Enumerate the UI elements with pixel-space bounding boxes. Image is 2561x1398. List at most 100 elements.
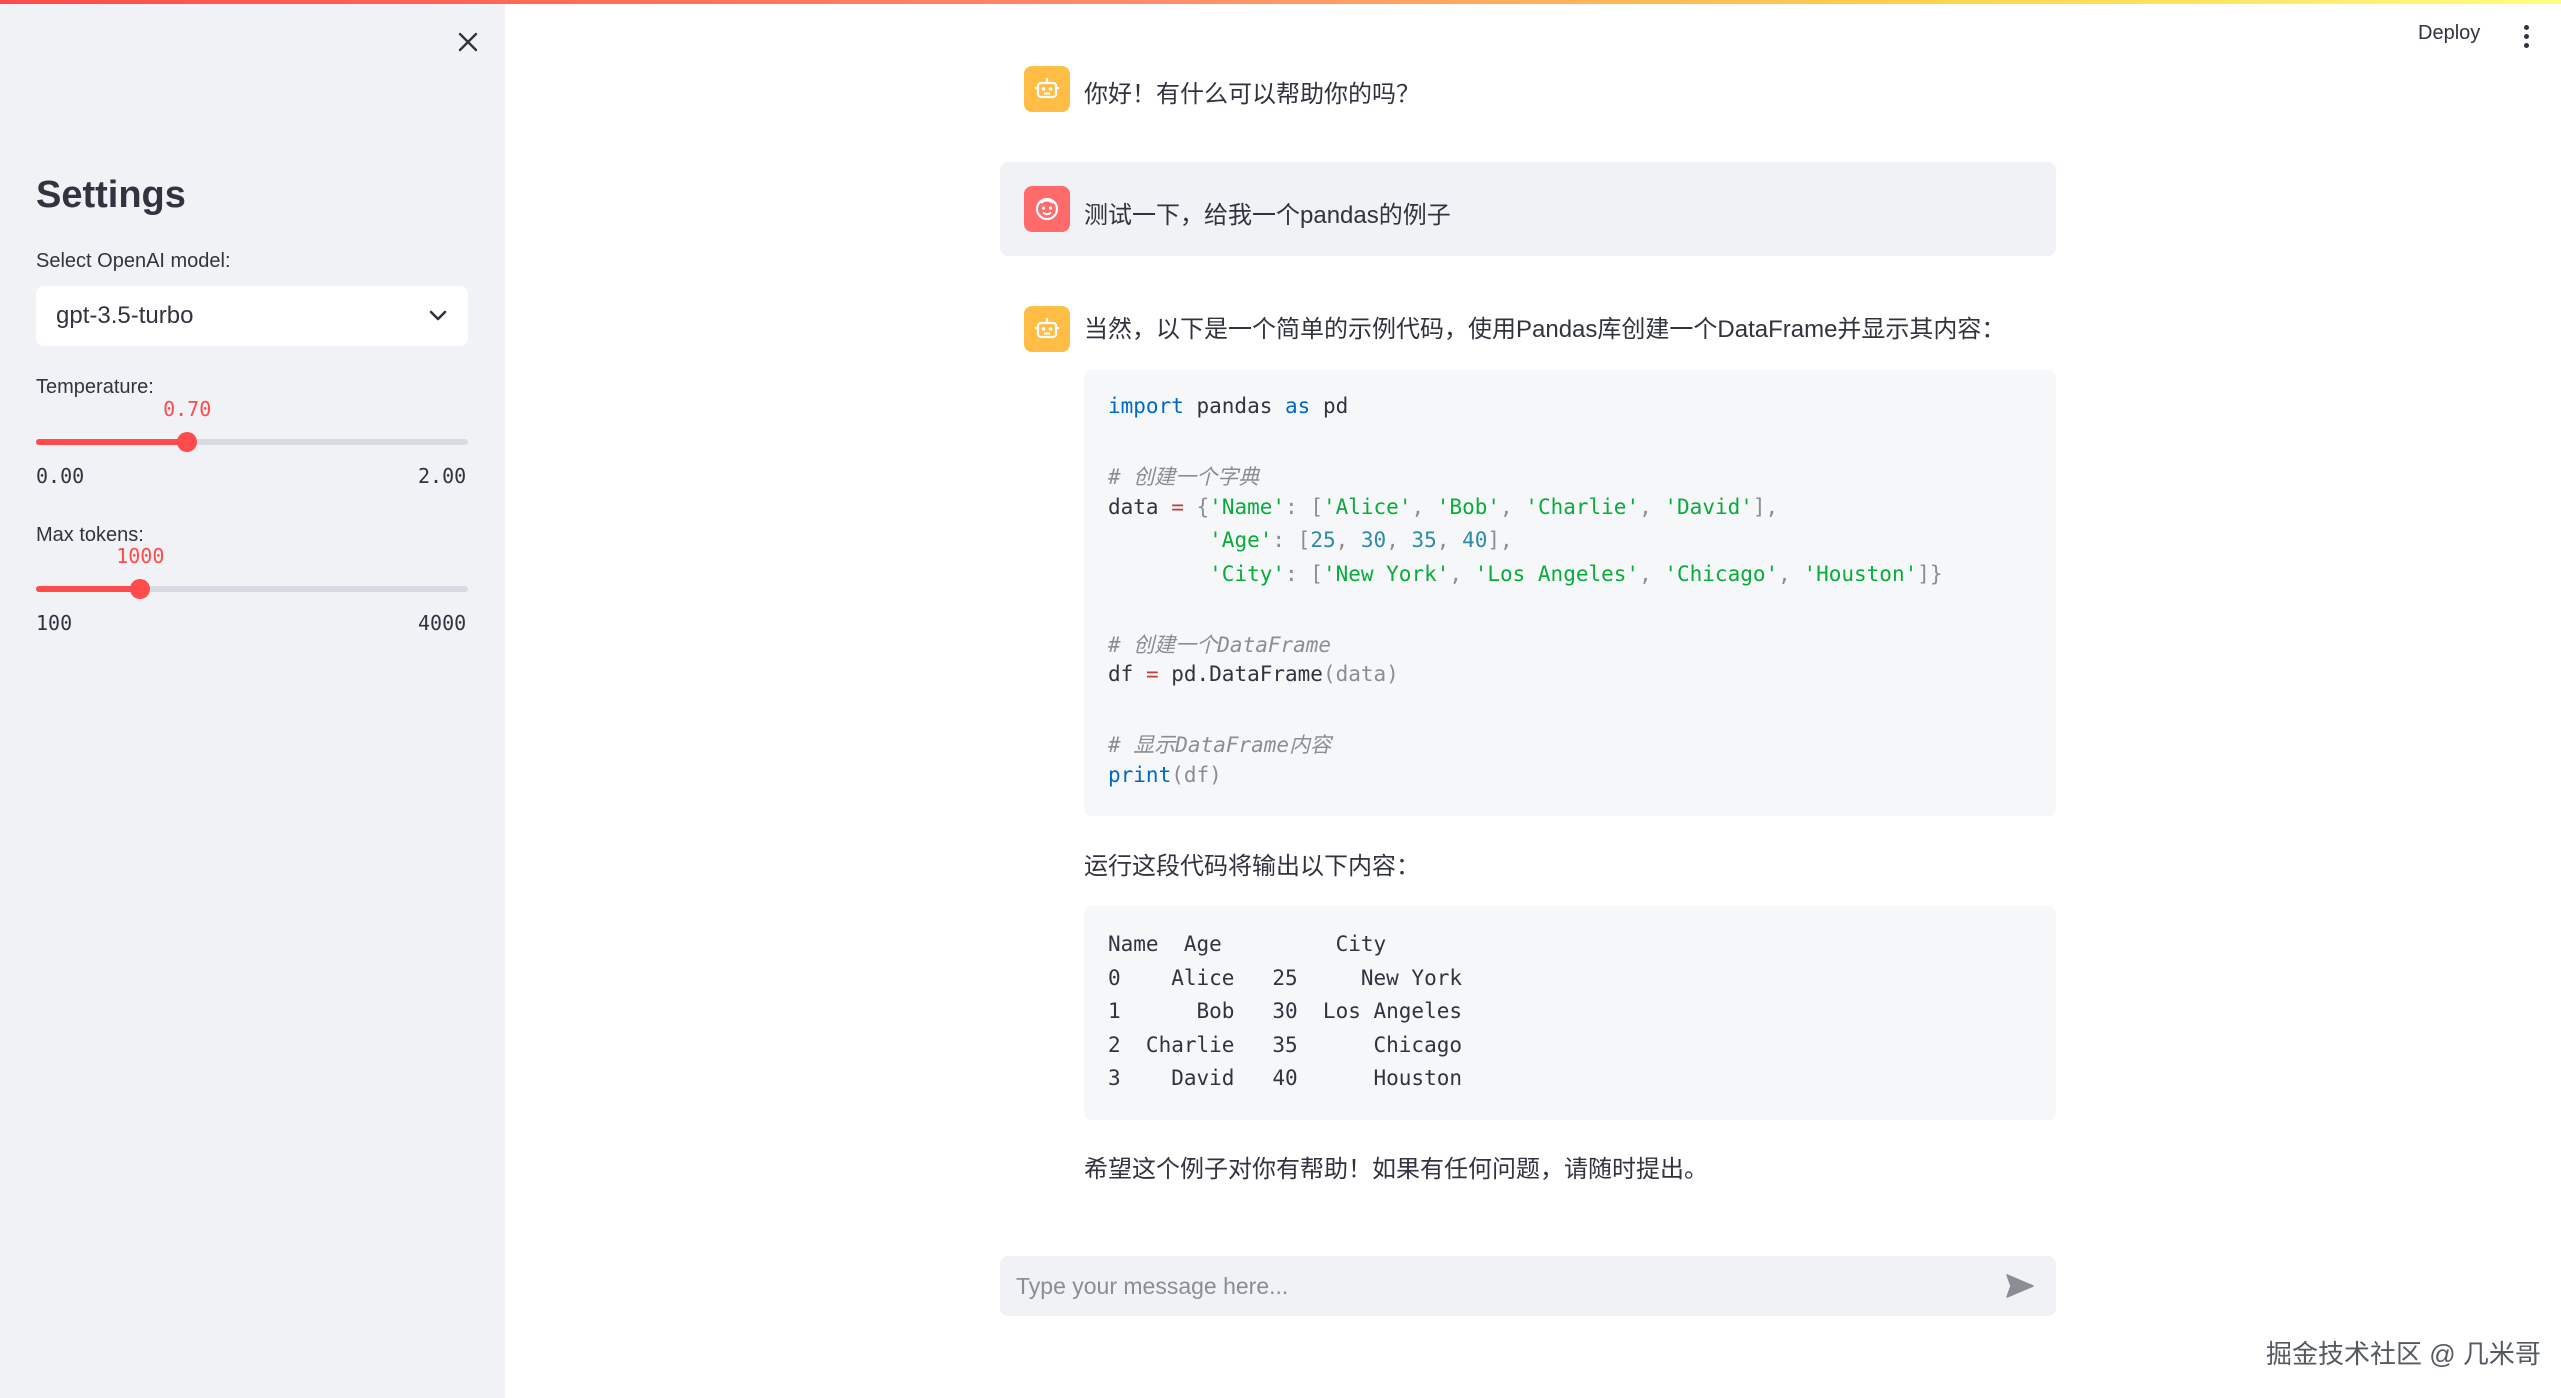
code-token: 'Bob' — [1436, 495, 1500, 519]
code-token: : [ — [1272, 528, 1311, 552]
kebab-dot — [2523, 24, 2529, 30]
code-line: import pandas as pd — [1108, 394, 1348, 418]
output-intro: 运行这段代码将输出以下内容： — [1084, 853, 1420, 880]
temperature-min: 0.00 — [36, 464, 85, 488]
temperature-slider-fill — [36, 439, 188, 445]
code-line: 'Age': [25, 30, 35, 40], — [1108, 528, 1513, 552]
max-tokens-slider[interactable]: 1000 — [36, 544, 468, 599]
close-sidebar-button[interactable] — [448, 22, 488, 62]
settings-title: Settings — [36, 174, 186, 216]
send-icon — [2006, 1274, 2034, 1298]
code-token: (data) — [1322, 662, 1399, 686]
code-token: 'Chicago' — [1664, 562, 1779, 586]
output-line: 0 Alice 25 New York — [1108, 966, 1463, 990]
code-token: 'Houston' — [1803, 562, 1918, 586]
face-icon — [1035, 197, 1059, 221]
temperature-slider-thumb[interactable] — [177, 432, 198, 452]
code-token: , — [1335, 528, 1361, 552]
temperature-max: 2.00 — [418, 464, 467, 488]
main-menu-button[interactable] — [2516, 20, 2536, 52]
user-avatar — [1024, 186, 1070, 232]
code-line: print(df) — [1108, 763, 1222, 787]
output-line: 3 David 40 Houston — [1108, 1066, 1463, 1090]
code-token: ]} — [1917, 562, 1943, 586]
max-tokens-min: 100 — [36, 611, 73, 635]
code-token: 'Name' — [1209, 495, 1286, 519]
assistant-greeting: 你好！有什么可以帮助你的吗？ — [1084, 81, 1420, 108]
deploy-button[interactable]: Deploy — [2418, 22, 2480, 45]
code-token: : [ — [1285, 495, 1323, 519]
output-line: 2 Charlie 35 Chicago — [1108, 1033, 1463, 1057]
code-token: 25 — [1310, 528, 1336, 552]
code-token: = — [1171, 495, 1184, 519]
chevron-down-icon — [429, 310, 447, 321]
temperature-slider[interactable]: 0.70 — [36, 397, 468, 452]
chat-input-container[interactable] — [1000, 1256, 2056, 1316]
output-block: Name Age City 0 Alice 25 New York 1 Bob … — [1084, 906, 2056, 1120]
close-icon — [458, 32, 478, 52]
assistant-avatar — [1024, 66, 1070, 112]
top-decoration-bar — [0, 0, 2561, 4]
code-token: , — [1386, 528, 1412, 552]
robot-icon — [1035, 318, 1059, 339]
code-token: : [ — [1285, 562, 1323, 586]
send-button[interactable] — [2000, 1266, 2040, 1306]
code-comment: # 显示DataFrame内容 — [1108, 733, 1332, 757]
sidebar: Settings Select OpenAI model: gpt-3.5-tu… — [0, 0, 505, 1398]
assistant-avatar — [1024, 306, 1070, 352]
model-select-value: gpt-3.5-turbo — [56, 302, 194, 329]
user-message: 测试一下，给我一个pandas的例子 — [1084, 202, 1451, 229]
code-token: 35 — [1411, 528, 1437, 552]
code-token: pd.DataFrame — [1158, 662, 1323, 686]
code-token: ], — [1487, 528, 1513, 552]
code-token: import — [1108, 394, 1184, 418]
code-token: df — [1108, 662, 1146, 686]
model-select-label: Select OpenAI model: — [36, 250, 231, 272]
code-token: 'New York' — [1322, 562, 1450, 586]
temperature-value: 0.70 — [163, 397, 212, 421]
code-token: data — [1108, 495, 1172, 519]
kebab-dot — [2523, 42, 2529, 48]
code-token: 'Alice' — [1322, 495, 1412, 519]
code-token: , — [1500, 495, 1526, 519]
output-line: Name Age City — [1108, 932, 1387, 956]
chat-message-input[interactable] — [1016, 1272, 2000, 1300]
max-tokens-max: 4000 — [418, 611, 467, 635]
code-token: , — [1449, 562, 1475, 586]
code-line: data = {'Name': ['Alice', 'Bob', 'Charli… — [1108, 495, 1778, 519]
code-token: , — [1639, 495, 1665, 519]
code-token: , — [1436, 528, 1463, 552]
code-token: 40 — [1462, 528, 1488, 552]
code-token: 30 — [1360, 528, 1387, 552]
output-line: 1 Bob 30 Los Angeles — [1108, 999, 1463, 1023]
code-token: 'City' — [1209, 562, 1286, 586]
kebab-dot — [2523, 33, 2529, 39]
max-tokens-slider-thumb[interactable] — [130, 579, 151, 599]
code-token: , — [1639, 562, 1665, 586]
code-token: , — [1411, 495, 1437, 519]
code-token: (df) — [1171, 763, 1222, 787]
model-select[interactable]: gpt-3.5-turbo — [36, 286, 468, 346]
robot-icon — [1035, 78, 1059, 99]
max-tokens-slider-fill — [36, 586, 141, 592]
watermark: 掘金技术社区 @ 几米哥 — [2266, 1339, 2541, 1369]
code-token: pandas — [1183, 394, 1286, 418]
code-block: import pandas as pd # 创建一个字典 data = {'Na… — [1084, 370, 2056, 816]
code-token: , — [1778, 562, 1804, 586]
code-token: as — [1285, 394, 1311, 418]
code-token: 'Los Angeles' — [1474, 562, 1640, 586]
code-comment: # 创建一个字典 — [1108, 465, 1260, 489]
code-token: = — [1145, 662, 1159, 686]
code-token: ], — [1752, 495, 1779, 519]
code-line: df = pd.DataFrame(data) — [1108, 662, 1399, 686]
code-token: { — [1183, 495, 1210, 519]
closing-message: 希望这个例子对你有帮助！如果有任何问题，请随时提出。 — [1084, 1156, 1708, 1183]
code-line: 'City': ['New York', 'Los Angeles', 'Chi… — [1108, 562, 1943, 586]
temperature-label: Temperature: — [36, 376, 154, 398]
code-token: 'Age' — [1209, 528, 1273, 552]
code-token: 'Charlie' — [1525, 495, 1640, 519]
code-token: print — [1108, 763, 1172, 787]
code-token: pd — [1310, 394, 1349, 418]
